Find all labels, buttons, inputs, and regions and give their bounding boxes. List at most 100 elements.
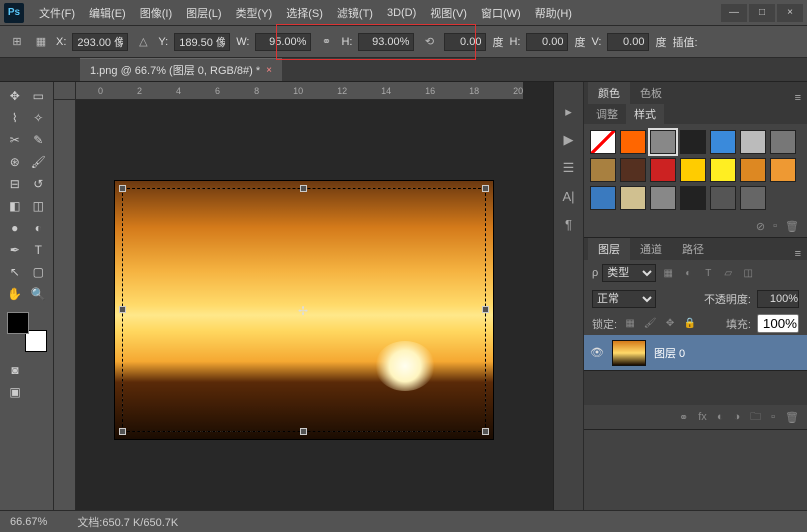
pen-tool[interactable]: ✒ (4, 240, 26, 260)
eraser-tool[interactable]: ◧ (4, 196, 26, 216)
transform-handle-l[interactable] (119, 306, 126, 313)
w-input[interactable] (255, 33, 311, 51)
filter-shape-icon[interactable]: ▱ (720, 265, 736, 281)
fill-input[interactable] (757, 314, 799, 333)
y-input[interactable] (174, 33, 230, 51)
magic-wand-tool[interactable]: ✧ (28, 108, 50, 128)
style-swatch[interactable] (650, 130, 676, 154)
gradient-tool[interactable]: ◫ (28, 196, 50, 216)
transform-handle-b[interactable] (300, 428, 307, 435)
vskew-input[interactable] (607, 33, 649, 51)
hskew-input[interactable] (526, 33, 568, 51)
history-brush-tool[interactable]: ↺ (28, 174, 50, 194)
style-swatch[interactable] (740, 130, 766, 154)
panel-menu-icon[interactable]: ≡ (789, 92, 807, 104)
move-tool[interactable]: ✥ (4, 86, 26, 106)
new-layer-icon[interactable]: ▫ (771, 411, 775, 423)
style-swatch[interactable] (710, 158, 736, 182)
paragraph-panel-icon[interactable]: ¶ (559, 214, 579, 234)
lock-all-icon[interactable]: 🔒 (683, 317, 697, 331)
foreground-background-colors[interactable] (7, 312, 47, 352)
character-panel-icon[interactable]: A| (559, 186, 579, 206)
marquee-tool[interactable]: ▭ (28, 86, 50, 106)
dodge-tool[interactable]: ◐ (28, 218, 50, 238)
zoom-level-display[interactable]: 66.67% (10, 516, 47, 528)
style-swatch[interactable] (680, 130, 706, 154)
transform-handle-t[interactable] (300, 185, 307, 192)
tab-channels[interactable]: 通道 (630, 238, 672, 260)
style-swatch[interactable] (680, 186, 706, 210)
layer-filter-type-select[interactable]: 类型 (602, 264, 656, 282)
style-swatch[interactable] (770, 158, 796, 182)
collapse-panels-icon[interactable]: ▸ (559, 102, 579, 122)
style-swatch[interactable] (590, 186, 616, 210)
layers-panel-menu-icon[interactable]: ≡ (789, 248, 807, 260)
style-swatch[interactable] (770, 130, 796, 154)
subtab-styles[interactable]: 样式 (626, 104, 664, 124)
history-panel-icon[interactable]: ☰ (559, 158, 579, 178)
transform-handle-bl[interactable] (119, 428, 126, 435)
menu-image[interactable]: 图像(I) (133, 1, 179, 25)
blur-tool[interactable]: ● (4, 218, 26, 238)
menu-file[interactable]: 文件(F) (32, 1, 82, 25)
x-input[interactable] (72, 33, 128, 51)
filter-smart-icon[interactable]: ◫ (740, 265, 756, 281)
play-icon[interactable]: ▶ (559, 130, 579, 150)
swap-xy-icon[interactable]: △ (134, 33, 152, 51)
healing-tool[interactable]: ⊛ (4, 152, 26, 172)
style-swatch[interactable] (650, 158, 676, 182)
style-swatch[interactable] (740, 186, 766, 210)
menu-filter[interactable]: 滤镜(T) (330, 1, 380, 25)
brush-tool[interactable]: 🖌 (28, 152, 50, 172)
layer-thumbnail[interactable] (612, 340, 646, 366)
eyedropper-tool[interactable]: ✎ (28, 130, 50, 150)
canvas-viewport[interactable]: ✢ (76, 100, 553, 510)
screenmode-toggle[interactable]: ▣ (4, 382, 26, 402)
clear-style-icon[interactable]: ⊘ (756, 220, 765, 233)
lasso-tool[interactable]: ⌇ (4, 108, 26, 128)
style-swatch[interactable] (590, 158, 616, 182)
style-swatch[interactable] (590, 130, 616, 154)
filter-type-icon[interactable]: T (700, 265, 716, 281)
layer-visibility-icon[interactable]: 👁 (590, 346, 604, 359)
link-layers-icon[interactable]: ⚭ (679, 411, 688, 424)
menu-select[interactable]: 选择(S) (279, 1, 330, 25)
style-swatch[interactable] (620, 158, 646, 182)
minimize-button[interactable]: — (721, 4, 747, 22)
new-group-icon[interactable]: 🗀 (750, 408, 761, 427)
layer-fx-icon[interactable]: fx (698, 411, 707, 423)
style-swatch[interactable] (680, 158, 706, 182)
transform-handle-r[interactable] (482, 306, 489, 313)
style-swatch[interactable] (710, 186, 736, 210)
menu-view[interactable]: 视图(V) (423, 1, 474, 25)
lock-transparent-icon[interactable]: ▦ (623, 317, 637, 331)
shape-tool[interactable]: ▢ (28, 262, 50, 282)
type-tool[interactable]: T (28, 240, 50, 260)
new-fill-layer-icon[interactable]: ◑ (733, 411, 740, 423)
transform-handle-tr[interactable] (482, 185, 489, 192)
delete-layer-icon[interactable]: 🗑 (785, 411, 799, 424)
h-input[interactable] (358, 33, 414, 51)
status-doc-info[interactable]: 文档:650.7 K/650.7K (77, 514, 178, 530)
menu-3d[interactable]: 3D(D) (380, 3, 423, 23)
style-swatch[interactable] (620, 130, 646, 154)
stamp-tool[interactable]: ⊟ (4, 174, 26, 194)
menu-edit[interactable]: 编辑(E) (82, 1, 133, 25)
transform-handle-br[interactable] (482, 428, 489, 435)
transform-origin-icon[interactable]: ⊞ (8, 33, 26, 51)
filter-adjust-icon[interactable]: ◐ (680, 265, 696, 281)
tab-swatches[interactable]: 色板 (630, 82, 672, 104)
tab-paths[interactable]: 路径 (672, 238, 714, 260)
tab-color[interactable]: 颜色 (588, 82, 630, 104)
crop-tool[interactable]: ✂ (4, 130, 26, 150)
document-tab-close-icon[interactable]: × (266, 65, 272, 76)
tab-layers[interactable]: 图层 (588, 238, 630, 260)
transform-center-icon[interactable]: ✢ (298, 304, 310, 316)
reference-point-grid-icon[interactable]: ▦ (32, 33, 50, 51)
style-swatch[interactable] (650, 186, 676, 210)
menu-help[interactable]: 帮助(H) (528, 1, 579, 25)
style-swatch[interactable] (710, 130, 736, 154)
filter-pixel-icon[interactable]: ▦ (660, 265, 676, 281)
lock-pixels-icon[interactable]: 🖌 (643, 317, 657, 331)
hand-tool[interactable]: ✋ (4, 284, 26, 304)
